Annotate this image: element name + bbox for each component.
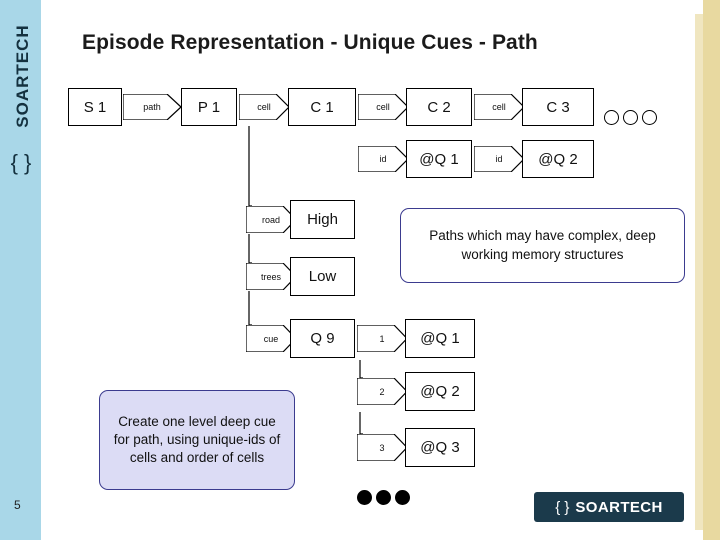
node-low: Low — [290, 257, 355, 296]
arrow-index-2-label: 2 — [379, 386, 385, 397]
node-high: High — [290, 200, 355, 239]
arrow-cell-2: cell — [358, 94, 408, 120]
arrow-index-1-label: 1 — [379, 333, 385, 344]
ellipsis-dot — [604, 110, 619, 125]
node-p1: P 1 — [181, 88, 237, 126]
node-c2: C 2 — [406, 88, 472, 126]
node-q9: Q 9 — [290, 319, 355, 358]
ellipsis-dot-filled — [357, 490, 372, 505]
callout-create-cue: Create one level deep cue for path, usin… — [99, 390, 295, 490]
arrow-road-label: road — [261, 214, 280, 225]
ellipsis-dot-filled — [376, 490, 391, 505]
arrow-index-3-label: 3 — [379, 442, 385, 453]
node-c3: C 3 — [522, 88, 594, 126]
node-c1: C 1 — [288, 88, 356, 126]
ellipsis-dot-filled — [395, 490, 410, 505]
right-color-band-inner — [695, 0, 703, 540]
arrow-cell-2-label: cell — [376, 102, 390, 112]
footer-logo-bracket-icon: { } — [555, 498, 570, 516]
arrow-id-2: id — [474, 146, 524, 172]
arrow-id-2-label: id — [495, 154, 503, 164]
right-color-band — [703, 0, 720, 540]
arrow-cell-1-label: cell — [257, 102, 271, 112]
arrow-road: road — [246, 206, 296, 233]
ellipsis-dot — [642, 110, 657, 125]
arrow-cell-3-label: cell — [492, 102, 506, 112]
sidebar-logo: SOARTECH — [0, 12, 41, 162]
node-at-q2: @Q 2 — [522, 140, 594, 178]
node-s1: S 1 — [68, 88, 122, 126]
footer-logo-text: SOARTECH — [575, 498, 663, 516]
arrow-path: path — [123, 94, 181, 120]
arrow-trees: trees — [246, 263, 296, 290]
node-cue-at-q3: @Q 3 — [405, 428, 475, 467]
arrow-cue: cue — [246, 325, 296, 352]
arrow-cell-1: cell — [239, 94, 289, 120]
arrow-id-1: id — [358, 146, 408, 172]
arrow-id-1-label: id — [379, 154, 387, 164]
page-number: 5 — [14, 498, 21, 512]
bottom-margin — [41, 530, 703, 540]
arrow-index-2: 2 — [357, 378, 407, 405]
row1-ellipsis-icon — [604, 110, 657, 125]
top-margin — [41, 0, 703, 14]
footer-logo: { } SOARTECH — [534, 492, 684, 522]
slide-canvas: SOARTECH { } 5 Episode Representation - … — [0, 0, 720, 540]
node-cue-at-q2: @Q 2 — [405, 372, 475, 411]
arrow-trees-label: trees — [260, 271, 281, 282]
arrow-cell-3: cell — [474, 94, 524, 120]
node-at-q1: @Q 1 — [406, 140, 472, 178]
node-cue-at-q1: @Q 1 — [405, 319, 475, 358]
callout-paths: Paths which may have complex, deep worki… — [400, 208, 685, 283]
page-title: Episode Representation - Unique Cues - P… — [82, 31, 538, 54]
ellipsis-dot — [623, 110, 638, 125]
sidebar-logo-text: SOARTECH — [13, 24, 32, 128]
cue-chain-ellipsis-icon — [357, 490, 410, 505]
sidebar-bracket-icon: { } — [10, 150, 32, 175]
arrow-index-1: 1 — [357, 325, 407, 352]
arrow-cue-label: cue — [263, 333, 279, 344]
arrow-index-3: 3 — [357, 434, 407, 461]
arrow-path-label: path — [143, 102, 161, 112]
